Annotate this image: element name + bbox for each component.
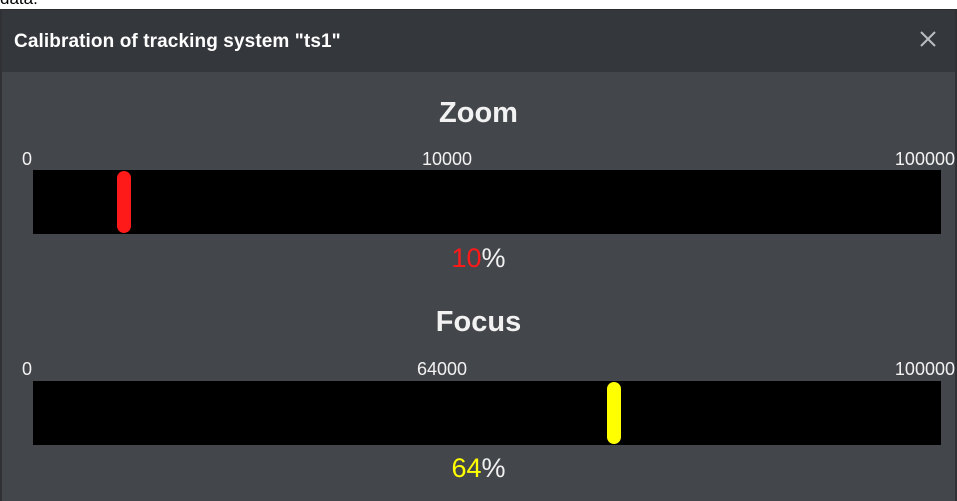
calibration-dialog: Calibration of tracking system "ts1" Zoo… [0,9,957,501]
focus-tick-mid: 64000 [417,359,468,379]
page-text-fragment: data. [0,0,38,9]
zoom-tick-min: 0 [22,149,33,169]
zoom-section-title: Zoom [439,97,518,129]
zoom-percentage-sign: % [481,243,506,273]
zoom-percentage-value: 10 [451,243,482,273]
focus-section-title: Focus [435,306,522,338]
dialog-title: Calibration of tracking system "ts1" [14,31,341,52]
focus-slider-marker[interactable] [607,382,622,444]
zoom-slider-track[interactable] [33,170,941,234]
zoom-slider-marker[interactable] [116,171,131,233]
zoom-percentage: 10% [2,243,955,274]
zoom-tick-mid: 10000 [422,149,473,169]
close-icon[interactable] [915,26,941,52]
zoom-tick-max: 100000 [894,149,955,169]
focus-tick-min: 0 [22,359,33,379]
focus-slider-track[interactable] [33,381,941,445]
focus-tick-max: 100000 [894,359,955,379]
focus-percentage-sign: % [481,453,506,483]
focus-percentage-value: 64 [451,453,482,483]
dialog-titlebar: Calibration of tracking system "ts1" [2,9,955,72]
focus-percentage: 64% [2,453,955,484]
